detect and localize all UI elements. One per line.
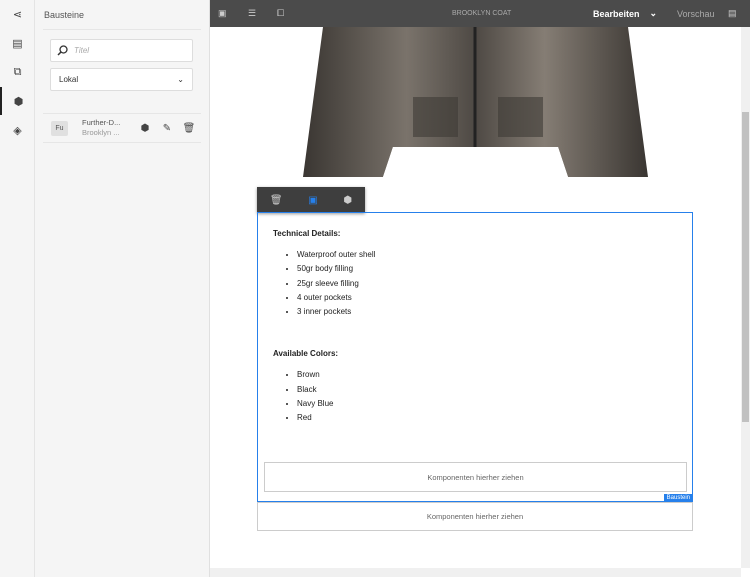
layers-icon[interactable]: ◈ (0, 116, 35, 144)
component-tag: Baustein (663, 494, 693, 502)
panel-title: Bausteine (44, 10, 85, 20)
emulator-icon[interactable]: ⧠ (277, 0, 284, 27)
chevron-down-icon: ⌄ (649, 8, 658, 18)
assets-icon[interactable]: ⧉ (0, 58, 35, 86)
item-title: Further-D... (82, 118, 121, 127)
delete-icon[interactable]: 🗑 (270, 195, 283, 206)
list-item: Navy Blue (297, 397, 375, 411)
selected-component[interactable]: Technical Details: Waterproof outer shel… (257, 212, 693, 502)
components-icon[interactable]: ⬢ (0, 87, 35, 115)
list-item: Black (297, 383, 375, 397)
item-subtitle: Brooklyn ... (82, 128, 120, 137)
drop-zone-inner[interactable]: Komponenten hierher ziehen (264, 462, 687, 492)
components-icon[interactable]: ⬢ (138, 123, 152, 134)
chevron-down-icon: ⌄ (177, 75, 184, 84)
list-item: 3 inner pockets (297, 305, 375, 319)
component-toolbar: 🗑 ▣ ⬢ (257, 187, 365, 213)
list-item: 50gr body filling (297, 262, 375, 276)
list-item: Red (297, 411, 375, 425)
page-settings-icon[interactable]: ▤ (728, 0, 737, 27)
vertical-scrollbar[interactable] (741, 27, 750, 568)
drop-zone-outer[interactable]: Komponenten hierher ziehen (257, 502, 693, 531)
search-placeholder: Titel (74, 46, 90, 55)
list-item: Waterproof outer shell (297, 248, 375, 262)
scroll-thumb[interactable] (742, 112, 749, 422)
page-title: BROOKLYN COAT (452, 10, 512, 17)
side-panel-toggle-icon[interactable]: ▣ (218, 0, 227, 27)
rich-text: Technical Details: Waterproof outer shel… (273, 227, 375, 425)
page-canvas: 🗑 ▣ ⬢ Technical Details: Waterproof oute… (210, 27, 741, 568)
product-image (303, 27, 648, 177)
edit-icon[interactable]: ✎ (160, 123, 174, 134)
components-icon[interactable]: ⬢ (343, 195, 352, 206)
properties-icon[interactable]: ☰ (248, 0, 256, 27)
components-panel: Bausteine Titel Lokal ⌄ Fu Further-D... Br… (35, 0, 210, 577)
top-toolbar: ▣ ☰ ⧠ BROOKLYN COAT Bearbeiten ⌄ Vorschau… (210, 0, 750, 27)
mode-select[interactable]: Bearbeiten ⌄ (593, 0, 657, 27)
item-badge: Fu (51, 120, 68, 136)
configure-icon[interactable]: ▣ (308, 195, 317, 206)
horizontal-scrollbar[interactable] (210, 568, 741, 577)
share-icon[interactable]: ⋖ (0, 0, 35, 28)
search-input[interactable]: Titel (50, 39, 193, 62)
list-item: 4 outer pockets (297, 291, 375, 305)
filter-select[interactable]: Lokal ⌄ (50, 68, 193, 91)
page-info-icon[interactable]: ▤ (0, 29, 35, 57)
heading-technical-details: Technical Details: (273, 229, 341, 238)
list-item: Brown (297, 368, 375, 382)
delete-icon[interactable]: 🗑 (182, 123, 196, 134)
side-rail: ⋖ ▤ ⧉ ⬢ ◈ (0, 0, 35, 577)
search-icon (57, 45, 68, 56)
filter-value: Lokal (59, 75, 79, 84)
list-item: 25gr sleeve filling (297, 277, 375, 291)
heading-available-colors: Available Colors: (273, 349, 339, 359)
mode-label: Bearbeiten (593, 8, 640, 19)
preview-button[interactable]: Vorschau (677, 0, 715, 27)
list-item[interactable]: Fu Further-D... Brooklyn ... ⬢ ✎ 🗑 (43, 114, 202, 142)
